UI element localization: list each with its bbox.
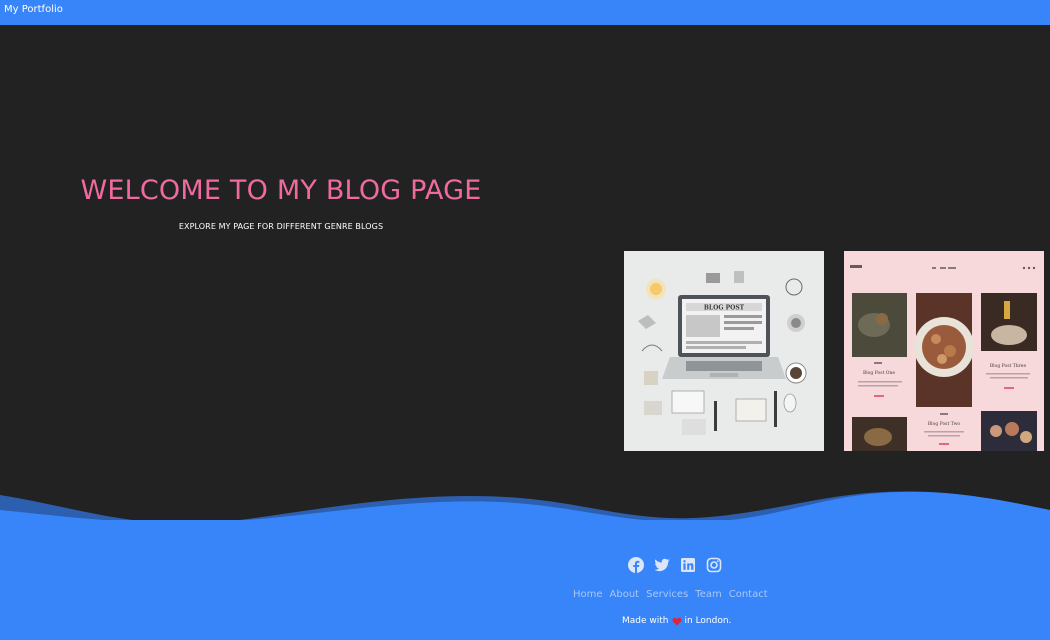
footer-link-about[interactable]: About (610, 589, 640, 600)
footer-link-home[interactable]: Home (573, 589, 603, 600)
linkedin-icon[interactable] (680, 557, 696, 573)
made-prefix: Made with (622, 616, 669, 626)
footer-link-team[interactable]: Team (695, 589, 721, 600)
brand-link[interactable]: My Portfolio (4, 4, 63, 15)
hero-subtitle: EXPLORE MY PAGE FOR DIFFERENT GENRE BLOG… (178, 222, 384, 231)
twitter-icon[interactable] (654, 557, 670, 573)
top-navbar: My Portfolio (0, 0, 1050, 25)
food-blog-illustration: Blog Post One Blog Post Three Blog Post … (844, 251, 1044, 451)
thumb-post-two: Blog Post Two (928, 421, 961, 427)
thumb-post-three: Blog Post Three (990, 363, 1027, 369)
site-footer: Home About Services Team Contact Made wi… (0, 520, 1050, 640)
made-with-text: Made with in London. (622, 616, 731, 626)
hero-section: WELCOME TO MY BLOG PAGE EXPLORE MY PAGE … (0, 25, 1050, 495)
hero-title: WELCOME TO MY BLOG PAGE (80, 175, 482, 206)
footer-link-services[interactable]: Services (646, 589, 688, 600)
footer-link-contact[interactable]: Contact (729, 589, 768, 600)
facebook-icon[interactable] (628, 557, 644, 573)
laptop-illustration: BLOG POST (624, 251, 824, 451)
heart-icon (672, 617, 681, 626)
made-suffix: in London. (684, 616, 732, 626)
thumb-label: BLOG POST (704, 305, 745, 312)
instagram-icon[interactable] (706, 557, 722, 573)
thumb-post-one: Blog Post One (863, 370, 895, 376)
social-links (628, 557, 722, 573)
blog-thumbnail-food[interactable]: Blog Post One Blog Post Three Blog Post … (844, 251, 1044, 451)
blog-thumbnail-laptop[interactable]: BLOG POST (624, 251, 824, 451)
footer-nav: Home About Services Team Contact (573, 589, 768, 600)
